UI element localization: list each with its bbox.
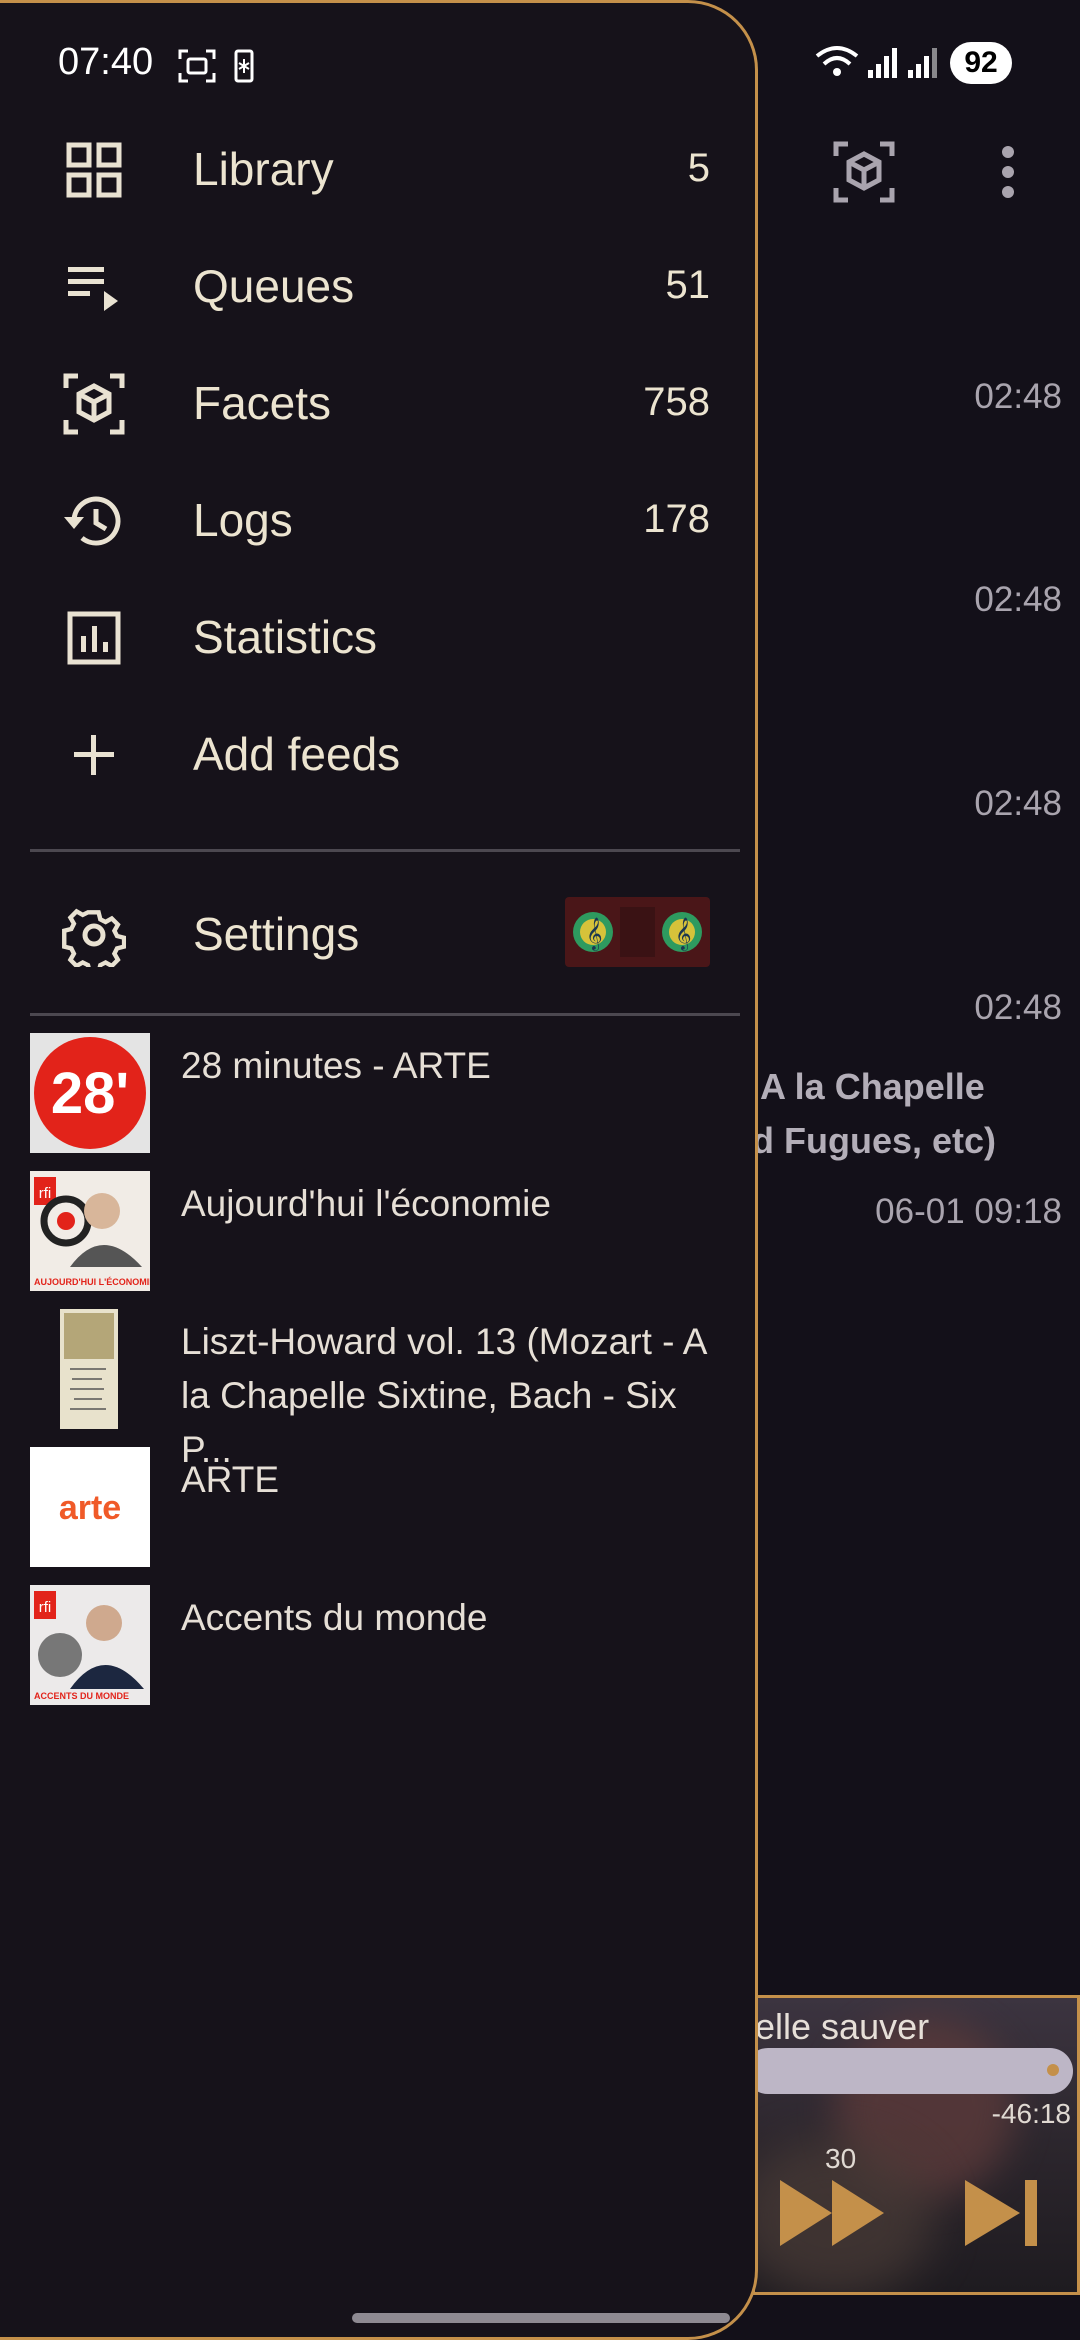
feed-item[interactable]: arte ARTE: [0, 1447, 755, 1577]
nav-item-label: Settings: [193, 908, 360, 960]
mini-player[interactable]: elle sauver -46:18 30: [752, 1995, 1080, 2295]
skip-forward-seconds: 30: [825, 2143, 857, 2174]
player-seekbar[interactable]: [755, 2048, 1073, 2094]
thumbnail-badge-text: rfi: [39, 1185, 52, 1202]
nav-item-count: 5: [687, 146, 710, 190]
divider: [30, 1013, 740, 1016]
nav-item-library[interactable]: Library 5: [0, 118, 755, 218]
feed-thumbnail: [30, 1309, 150, 1429]
episode-time: 02:48: [974, 377, 1062, 416]
nav-item-add-feeds[interactable]: Add feeds: [0, 703, 755, 803]
nav-item-queues[interactable]: Queues 51: [0, 235, 755, 335]
nav-item-label: Statistics: [193, 611, 378, 663]
feed-item[interactable]: rfi AUJOURD'HUI L'ÉCONOMIE Aujourd'hui l…: [0, 1171, 755, 1301]
feed-item[interactable]: rfi ACCENTS DU MONDE Accents du monde: [0, 1585, 755, 1715]
divider: [30, 849, 740, 852]
player-remaining-time: -46:18: [991, 2098, 1071, 2129]
grid-icon: [66, 142, 122, 198]
fast-forward-icon[interactable]: [780, 2178, 885, 2248]
wifi-icon: [815, 46, 859, 76]
history-icon: [64, 496, 121, 546]
battery-indicator: 92: [950, 42, 1012, 84]
music-badge-image: 𝄞 𝄞: [565, 897, 710, 967]
episode-time: 02:48: [974, 580, 1062, 619]
feed-thumbnail: 28': [30, 1033, 150, 1153]
plus-icon: [74, 735, 114, 775]
nav-item-facets[interactable]: Facets 758: [0, 352, 755, 452]
feed-item[interactable]: Liszt-Howard vol. 13 (Mozart - A la Chap…: [0, 1309, 755, 1470]
nav-item-label: Library: [193, 143, 334, 195]
episode-title-line: d Fugues, etc): [752, 1120, 997, 1161]
feed-thumbnail: rfi ACCENTS DU MONDE: [30, 1585, 150, 1705]
feed-title: ARTE: [181, 1459, 280, 1500]
feed-thumbnail: rfi AUJOURD'HUI L'ÉCONOMIE: [30, 1171, 150, 1291]
nav-item-count: 178: [643, 497, 710, 541]
statistics-icon: [67, 611, 121, 665]
gear-icon: [62, 908, 126, 967]
nav-item-label: Logs: [193, 494, 293, 546]
thumbnail-caption: AUJOURD'HUI L'ÉCONOMIE: [34, 1277, 150, 1287]
thumbnail-badge-text: rfi: [39, 1599, 52, 1616]
status-time: 07:40: [58, 41, 154, 83]
nav-item-count: 51: [665, 263, 711, 307]
nav-item-label: Facets: [193, 377, 332, 429]
queue-icon: [68, 267, 118, 311]
screenshot-icon: [178, 49, 216, 83]
episode-time: 02:48: [974, 784, 1062, 823]
seekbar-thumb[interactable]: [1047, 2064, 1059, 2076]
svg-text:𝄞: 𝄞: [586, 917, 603, 951]
feed-title: Aujourd'hui l'économie: [181, 1183, 551, 1224]
feed-title: Accents du monde: [181, 1597, 488, 1638]
svg-text:𝄞: 𝄞: [675, 917, 692, 951]
signal-icon: [908, 48, 937, 78]
nav-item-statistics[interactable]: Statistics: [0, 586, 755, 686]
thumbnail-badge-text: 28': [51, 1061, 129, 1126]
episode-title-line: A la Chapelle: [760, 1066, 985, 1107]
navigation-drawer: 07:40 Library 5 Queues 51 Facets 758 Log…: [0, 0, 758, 2340]
thumbnail-badge-text: arte: [59, 1489, 121, 1527]
feed-item[interactable]: 28' 28 minutes - ARTE: [0, 1033, 755, 1163]
nav-item-count: 758: [643, 380, 710, 424]
thumbnail-caption: ACCENTS DU MONDE: [34, 1691, 129, 1701]
nav-item-label: Add feeds: [193, 728, 401, 780]
home-indicator[interactable]: [352, 2313, 730, 2323]
facets-icon: [63, 373, 125, 435]
nav-item-label: Queues: [193, 260, 355, 312]
data-saver-icon: [234, 49, 254, 83]
feed-title: 28 minutes - ARTE: [181, 1045, 491, 1086]
episode-date: 06-01 09:18: [875, 1192, 1062, 1231]
feed-thumbnail: arte: [30, 1447, 150, 1567]
episode-time: 02:48: [974, 988, 1062, 1027]
skip-next-icon[interactable]: [965, 2178, 1040, 2248]
nav-item-logs[interactable]: Logs 178: [0, 469, 755, 569]
more-vert-icon[interactable]: [998, 142, 1018, 202]
facets-icon[interactable]: [832, 140, 896, 204]
signal-icon: [868, 48, 897, 78]
player-title: elle sauver: [755, 2006, 930, 2047]
